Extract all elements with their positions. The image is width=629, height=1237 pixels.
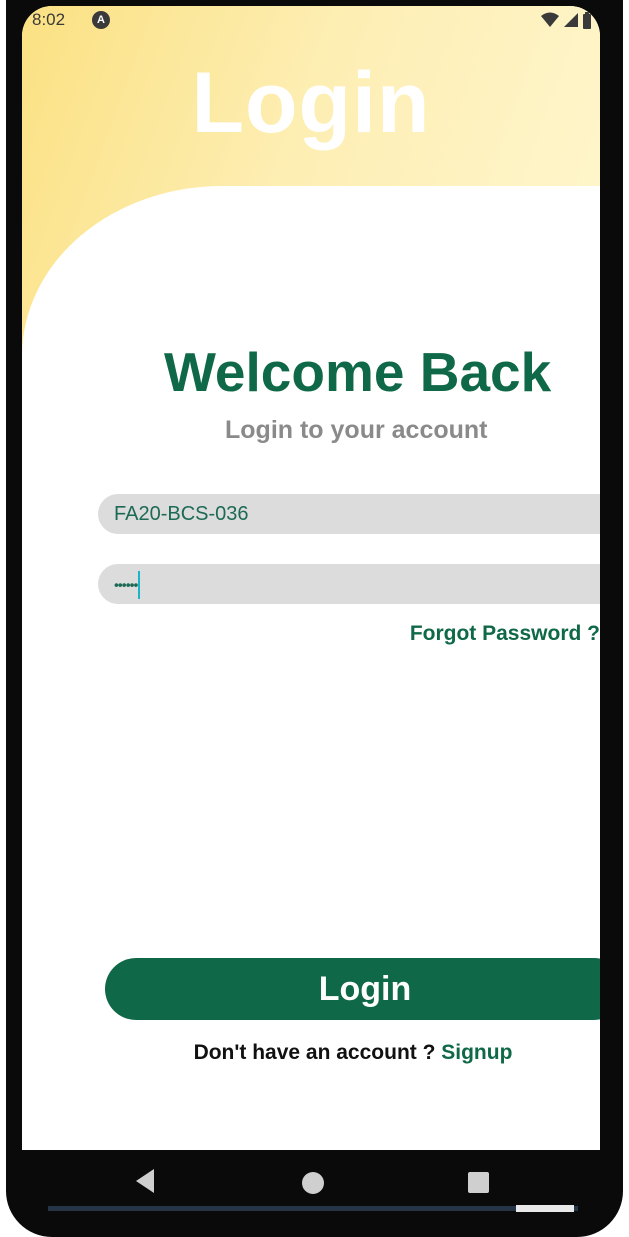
status-time: 8:02 <box>32 10 66 29</box>
notification-app-icon: A <box>92 11 110 29</box>
password-input[interactable]: •••••• <box>98 564 600 604</box>
username-value: FA20-BCS-036 <box>114 503 249 525</box>
navigation-bar <box>22 1150 600 1210</box>
forgot-password-link[interactable]: Forgot Password ? <box>410 622 600 646</box>
recents-icon[interactable] <box>468 1172 489 1193</box>
header-title: Login <box>191 55 431 151</box>
gesture-handle <box>516 1205 574 1212</box>
home-icon[interactable] <box>302 1172 324 1194</box>
back-icon[interactable] <box>134 1168 156 1194</box>
signal-icon <box>563 13 578 27</box>
bottom-strip <box>48 1206 578 1211</box>
username-input[interactable]: FA20-BCS-036 <box>98 494 600 534</box>
battery-icon <box>583 12 591 29</box>
signup-link[interactable]: Signup <box>441 1041 512 1064</box>
status-bar: 8:02 A <box>22 6 600 36</box>
welcome-subtitle: Login to your account <box>225 416 488 444</box>
wifi-icon <box>541 12 560 27</box>
login-button[interactable]: Login <box>105 958 600 1020</box>
text-caret <box>138 570 141 599</box>
signup-line: Don't have an account ? Signup <box>22 1041 600 1065</box>
password-mask: •••••• <box>114 576 138 593</box>
welcome-title: Welcome Back <box>164 341 552 403</box>
signup-prompt: Don't have an account ? <box>193 1041 436 1064</box>
app-screen: 8:02 A Login Welcome Back Login to your … <box>22 6 600 1150</box>
status-icons <box>541 12 592 30</box>
